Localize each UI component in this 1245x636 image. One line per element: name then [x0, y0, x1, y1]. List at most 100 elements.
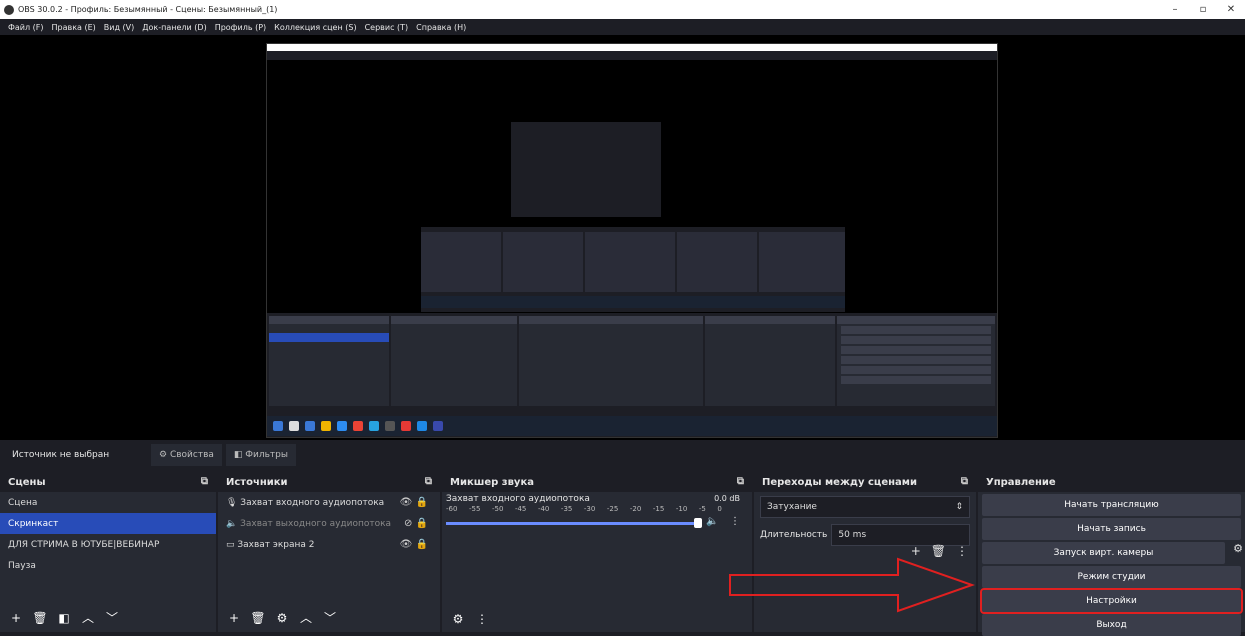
menu-file[interactable]: Файл (F)	[8, 23, 44, 32]
chevron-down-icon[interactable]: ﹀	[104, 609, 120, 626]
source-label: Захват входного аудиопотока	[240, 497, 385, 508]
menu-help[interactable]: Справка (H)	[416, 23, 466, 32]
gear-icon[interactable]: ⚙	[274, 611, 290, 625]
properties-button[interactable]: ⚙ Свойства	[151, 444, 222, 466]
menu-profile[interactable]: Профиль (P)	[215, 23, 266, 32]
source-label: Захват экрана 2	[237, 539, 315, 550]
trash-icon[interactable]: 🗑	[931, 544, 946, 558]
chevron-up-icon[interactable]: ︿	[298, 609, 314, 626]
kebab-menu-icon[interactable]: ⋮	[956, 544, 968, 558]
undock-icon[interactable]: ⧉	[425, 476, 432, 487]
transitions-title: Переходы между сценами	[762, 476, 917, 488]
duration-label: Длительность	[760, 530, 828, 540]
meter-tick: -35	[560, 505, 573, 513]
scene-item[interactable]: Сцена	[0, 492, 216, 513]
trash-icon[interactable]: 🗑	[32, 611, 48, 625]
meter-tick: -60	[446, 505, 458, 513]
add-icon[interactable]: +	[911, 544, 921, 558]
gear-icon: ⚙	[159, 450, 170, 460]
source-item[interactable]: 🎙 Захват входного аудиопотока 👁 🔒	[218, 492, 440, 513]
duration-field[interactable]: 50 ms	[831, 524, 970, 546]
filters-button[interactable]: ◧ Фильтры	[225, 444, 296, 466]
undock-icon[interactable]: ⧉	[201, 476, 208, 487]
trash-icon[interactable]: 🗑	[250, 611, 266, 625]
duration-value: 50 ms	[838, 530, 867, 540]
meter-tick: -15	[652, 505, 665, 513]
start-streaming-button[interactable]: Начать трансляцию	[982, 494, 1241, 516]
source-toolbar: Источник не выбран ⚙ Свойства ◧ Фильтры	[0, 440, 1245, 470]
scene-item-selected[interactable]: Скринкаст	[0, 513, 216, 534]
scene-item[interactable]: ДЛЯ СТРИМА В ЮТУБЕ|ВЕБИНАР	[0, 534, 216, 555]
chevron-down-icon[interactable]: ﹀	[322, 609, 338, 626]
no-source-label: Источник не выбран	[12, 450, 110, 460]
scenes-title: Сцены	[8, 476, 46, 488]
volume-slider[interactable]	[446, 522, 701, 525]
nested-titlebar	[267, 44, 997, 51]
speaker-icon: 🔈	[226, 518, 241, 529]
docks-area: Сцены ⧉ Сцена Скринкаст ДЛЯ СТРИМА В ЮТУБ…	[0, 472, 1245, 636]
meter-tick: -25	[606, 505, 619, 513]
start-recording-button[interactable]: Начать запись	[982, 518, 1241, 540]
filter-icon: ◧	[233, 450, 246, 460]
window-titlebar: OBS 30.0.2 - Профиль: Безымянный - Сцены…	[0, 0, 1245, 19]
transition-type: Затухание	[767, 502, 817, 512]
add-icon[interactable]: +	[226, 611, 242, 625]
maximize-icon[interactable]: ▫	[1189, 0, 1217, 19]
close-icon[interactable]: ✕	[1217, 0, 1245, 19]
undock-icon[interactable]: ⧉	[737, 476, 744, 487]
controls-title: Управление	[986, 476, 1056, 488]
meter-tick: 0	[717, 505, 722, 513]
meter-tick: -55	[468, 505, 481, 513]
undock-icon[interactable]: ⧉	[961, 476, 968, 487]
nested-preview-level2	[421, 82, 845, 312]
menu-scene-collection[interactable]: Коллекция сцен (S)	[274, 23, 356, 32]
studio-mode-button[interactable]: Режим студии	[982, 566, 1241, 588]
exit-button[interactable]: Выход	[982, 614, 1241, 636]
start-virtual-camera-button[interactable]: Запуск вирт. камеры	[982, 542, 1225, 564]
sources-dock: Источники ⧉ 🎙 Захват входного аудиопотока…	[218, 472, 440, 632]
add-icon[interactable]: +	[8, 611, 24, 625]
menu-tools[interactable]: Сервис (T)	[365, 23, 409, 32]
visible-lock-icons[interactable]: 👁 🔒	[400, 539, 428, 550]
advanced-audio-gear-icon[interactable]: ⚙	[450, 612, 466, 626]
scene-item[interactable]: Пауза	[0, 555, 216, 576]
transition-select[interactable]: Затухание ⇕	[760, 496, 970, 518]
meter-tick: -10	[675, 505, 688, 513]
menu-docks[interactable]: Док-панели (D)	[142, 23, 206, 32]
nested-docks	[267, 316, 997, 416]
volume-meter: -60 -55 -50 -45 -40 -35 -30 -25 -20 -15 -10 -5 0	[446, 505, 722, 513]
monitor-icon: ▭	[226, 539, 238, 550]
gear-icon[interactable]: ⚙	[1233, 542, 1243, 555]
meter-tick: -45	[514, 505, 527, 513]
audio-mixer-dock: Микшер звука ⧉ Захват входного аудиопоток…	[442, 472, 752, 632]
visible-lock-icons[interactable]: ⊘ 🔒	[404, 518, 428, 529]
volume-slider-handle[interactable]	[694, 518, 702, 528]
menu-edit[interactable]: Правка (E)	[52, 23, 96, 32]
minimize-icon[interactable]: –	[1161, 0, 1189, 19]
visible-lock-icons[interactable]: 👁 🔒	[400, 497, 428, 508]
source-item[interactable]: 🔈 Захват выходного аудиопотока ⊘ 🔒	[218, 513, 440, 534]
source-label: Захват выходного аудиопотока	[240, 518, 392, 529]
nested-taskbar	[267, 416, 997, 436]
kebab-menu-icon[interactable]: ⋮	[730, 516, 740, 527]
chevron-up-icon[interactable]: ︿	[80, 609, 96, 626]
kebab-menu-icon[interactable]: ⋮	[474, 612, 490, 626]
meter-tick: -30	[583, 505, 596, 513]
red-arrow-annotation	[729, 557, 976, 613]
source-item[interactable]: ▭ Захват экрана 2 👁 🔒	[218, 534, 440, 555]
menu-view[interactable]: Вид (V)	[104, 23, 134, 32]
obs-logo-icon	[4, 4, 14, 15]
mixer-title: Микшер звука	[450, 476, 534, 488]
nested-preview-screen	[266, 43, 998, 438]
meter-tick: -5	[698, 505, 706, 513]
meter-tick: -50	[491, 505, 504, 513]
scenes-dock: Сцены ⧉ Сцена Скринкаст ДЛЯ СТРИМА В ЮТУБ…	[0, 472, 216, 632]
nested-preview-level2-canvas	[421, 82, 845, 227]
speaker-icon[interactable]: 🔈	[706, 516, 718, 527]
nested-preview	[267, 60, 997, 313]
filter-icon[interactable]: ◧	[56, 611, 72, 625]
settings-button[interactable]: Настройки	[980, 588, 1243, 614]
sources-title: Источники	[226, 476, 288, 488]
updown-icon: ⇕	[955, 502, 963, 512]
meter-tick: -40	[537, 505, 550, 513]
